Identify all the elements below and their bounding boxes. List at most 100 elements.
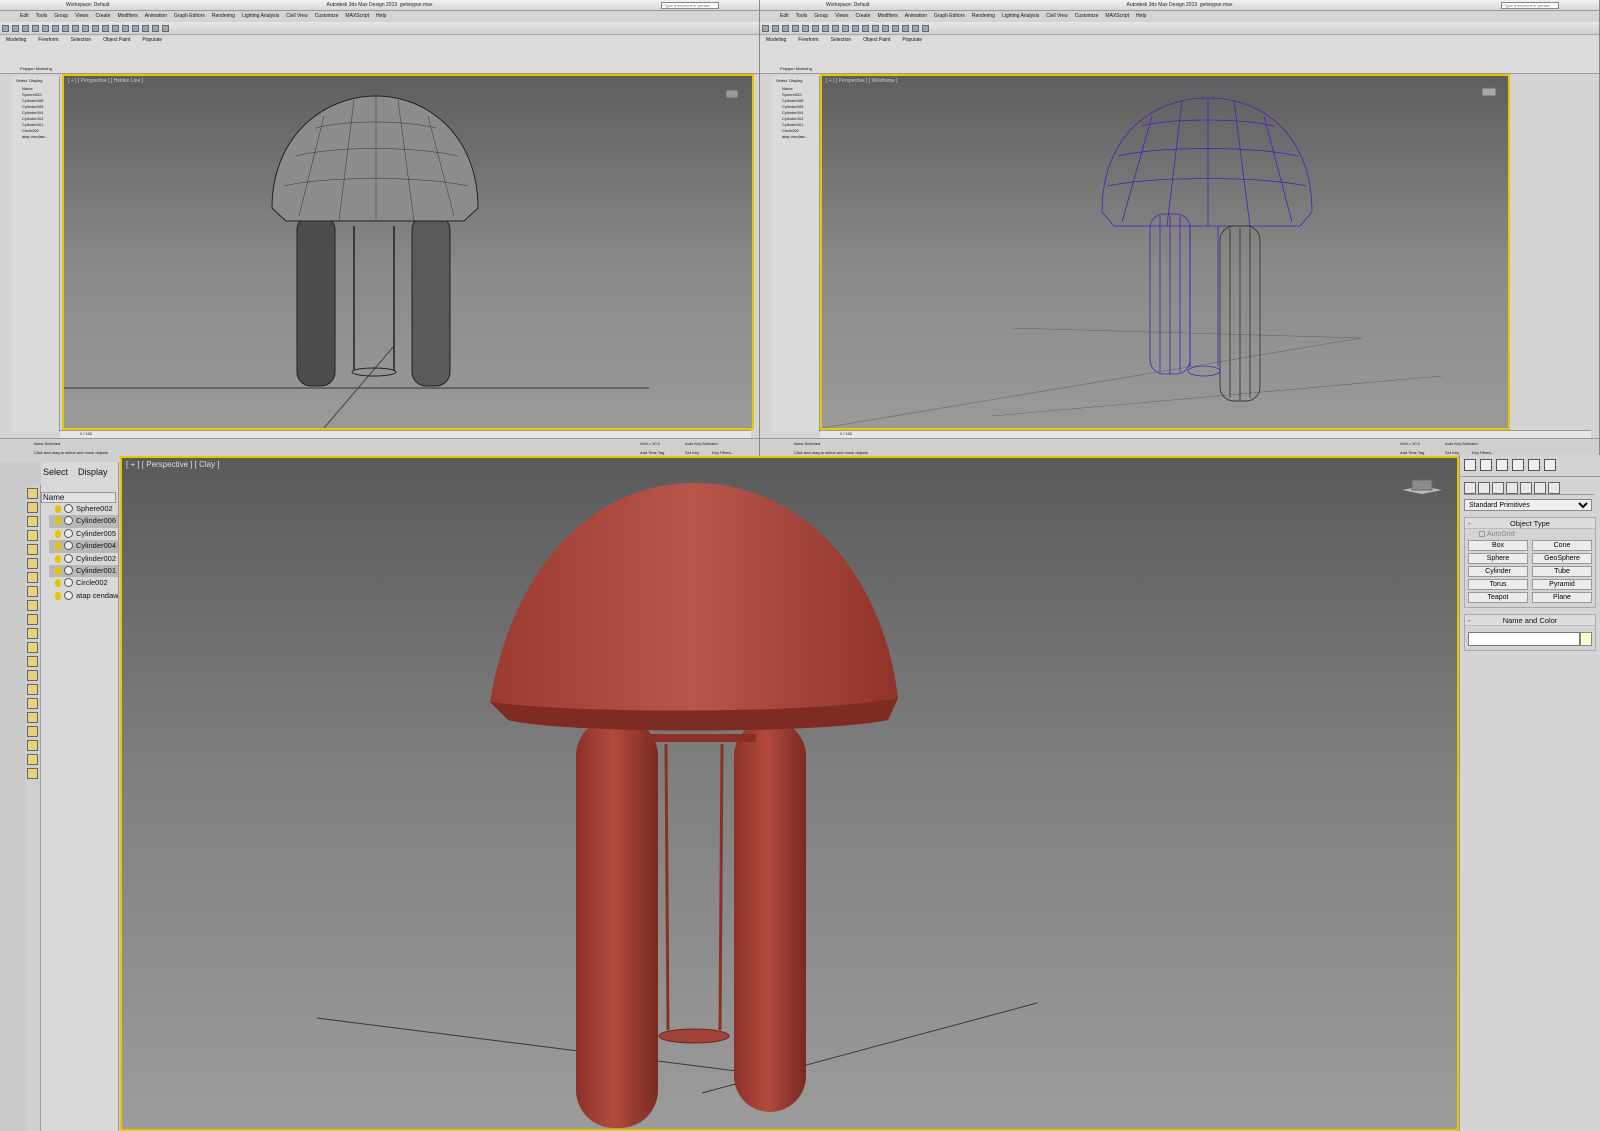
visibility-icon[interactable] [64,578,73,588]
menu-maxscript[interactable]: MAXScript [345,13,369,19]
bones-icon[interactable] [27,628,38,639]
render-setup-icon[interactable] [152,25,159,32]
list-item[interactable]: atap cendaw... [49,590,118,602]
menu-civil-view[interactable]: Civil View [1046,13,1068,19]
name-and-color-header[interactable]: - Name and Color [1465,615,1595,626]
viewport-hidden-line[interactable]: [ + ] [ Perspective ] [ Hidden Line ] [62,74,754,430]
menu-lighting[interactable]: Lighting Analysis [242,13,279,19]
list-item[interactable]: atap cendaw... [12,134,59,140]
ribbon-tab-object-paint[interactable]: Object Paint [863,37,890,43]
ribbon-tab-modeling[interactable]: Modeling [6,37,26,43]
teapot-button[interactable]: Teapot [1468,592,1528,603]
menu-help[interactable]: Help [1136,13,1146,19]
cylinder-button[interactable]: Cylinder [1468,566,1528,577]
mirror-icon[interactable] [102,25,109,32]
menu-civil-view[interactable]: Civil View [286,13,308,19]
object-color-swatch[interactable] [1580,632,1592,646]
explorer-tab-select[interactable]: Select [16,78,27,83]
menu-animation[interactable]: Animation [905,13,927,19]
link-icon[interactable] [22,25,29,32]
ribbon-tab-freeform[interactable]: Freeform [798,37,818,43]
geometry-icon[interactable] [27,516,38,527]
explorer-tab-display[interactable]: Display [789,78,802,83]
visibility-icon[interactable] [64,541,73,551]
pyramid-button[interactable]: Pyramid [1532,579,1592,590]
menu-lighting[interactable]: Lighting Analysis [1002,13,1039,19]
sphere-button[interactable]: Sphere [1468,553,1528,564]
ribbon-tab-modeling[interactable]: Modeling [766,37,786,43]
light-bulb-icon[interactable] [55,579,61,588]
menu-tools[interactable]: Tools [36,13,48,19]
add-time-tag[interactable]: Add Time Tag [640,450,664,455]
set-key-button[interactable]: Set Key [1445,450,1459,455]
plane-button[interactable]: Plane [1532,592,1592,603]
viewport-label[interactable]: [ + ] [ Perspective ] [ Hidden Line ] [68,78,143,84]
list-item[interactable]: Cylinder005 [49,528,118,540]
select-icon[interactable] [802,25,809,32]
material-editor-icon[interactable] [142,25,149,32]
move-icon[interactable] [62,25,69,32]
frozen-icon[interactable] [27,656,38,667]
list-item[interactable]: Sphere002 [49,503,118,515]
rotate-icon[interactable] [832,25,839,32]
link-icon[interactable] [782,25,789,32]
undo-icon[interactable] [762,25,769,32]
ribbon-tab-freeform[interactable]: Freeform [38,37,58,43]
unlink-icon[interactable] [792,25,799,32]
visibility-icon[interactable] [64,504,73,513]
sync-icon[interactable] [27,740,38,751]
modify-tab-icon[interactable] [1480,459,1492,471]
autogrid-checkbox[interactable]: AutoGrid [1465,529,1595,540]
torus-button[interactable]: Torus [1468,579,1528,590]
select-all-icon[interactable] [27,684,38,695]
selected-dropdown[interactable]: Selected [702,441,718,446]
ribbon-tab-populate[interactable]: Populate [902,37,922,43]
menu-modifiers[interactable]: Modifiers [117,13,137,19]
helpers-icon[interactable] [27,572,38,583]
add-time-tag[interactable]: Add Time Tag [1400,450,1424,455]
hierarchy-icon[interactable] [27,754,38,765]
align-icon[interactable] [872,25,879,32]
select-region-icon[interactable] [52,25,59,32]
light-bulb-icon[interactable] [55,566,61,575]
menu-rendering[interactable]: Rendering [212,13,235,19]
filter-icon[interactable] [27,726,38,737]
containers-icon[interactable] [27,642,38,653]
shapes-icon[interactable] [27,530,38,541]
rotate-icon[interactable] [72,25,79,32]
align-icon[interactable] [112,25,119,32]
visibility-icon[interactable] [64,565,73,575]
menu-group[interactable]: Group [814,13,828,19]
display-none-icon[interactable] [27,488,38,499]
redo-icon[interactable] [12,25,19,32]
display-tab-icon[interactable] [1528,459,1540,471]
visibility-icon[interactable] [64,590,73,600]
menu-animation[interactable]: Animation [145,13,167,19]
render-icon[interactable] [922,25,929,32]
viewport-label[interactable]: [ + ] [ Perspective ] [ Clay ] [126,460,220,469]
list-item[interactable]: Cylinder004 [49,540,118,553]
spacewarps-icon[interactable] [27,586,38,597]
list-item[interactable]: Cylinder002 [49,553,118,565]
auto-key-button[interactable]: Auto Key [1445,441,1461,446]
ribbon-tab-populate[interactable]: Populate [142,37,162,43]
visibility-icon[interactable] [64,516,73,526]
light-bulb-icon[interactable] [55,542,61,551]
visibility-icon[interactable] [64,528,73,538]
hierarchy-tab-icon[interactable] [1496,459,1508,471]
move-icon[interactable] [822,25,829,32]
light-bulb-icon[interactable] [55,505,61,513]
menu-views[interactable]: Views [75,13,88,19]
explorer-tab-display[interactable]: Display [78,467,108,477]
shapes-icon[interactable] [1478,481,1490,494]
geosphere-button[interactable]: GeoSphere [1532,553,1592,564]
menu-graph-editors[interactable]: Graph Editors [934,13,965,19]
menu-tools[interactable]: Tools [796,13,808,19]
light-bulb-icon[interactable] [55,591,61,600]
menu-views[interactable]: Views [835,13,848,19]
invert-icon[interactable] [27,712,38,723]
cameras-icon[interactable] [1506,481,1518,494]
create-tab-icon[interactable] [1464,459,1476,471]
curve-editor-icon[interactable] [132,25,139,32]
viewport-clay[interactable]: [ + ] [ Perspective ] [ Clay ] [120,456,1459,1131]
